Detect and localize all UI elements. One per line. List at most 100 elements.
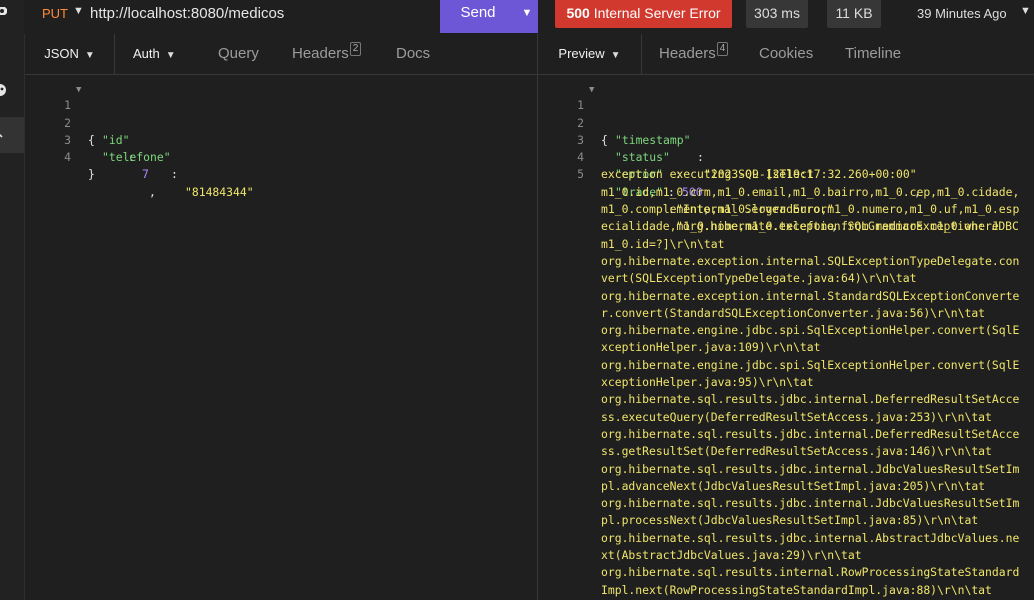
json-string: vert(SQLExceptionTypeDelegate.java:64)\r… <box>601 271 917 286</box>
response-pane: Preview ▼ Headers 4 Cookies Timeline 1 ▼ {… <box>538 34 1034 600</box>
tab-query[interactable]: Query <box>218 34 259 74</box>
json-number: 7 <box>142 167 149 182</box>
json-string: xt(AbstractJdbcValues.java:29)\r\n\tat <box>601 548 862 563</box>
json-string: m1_0.id=?]\r\n\tat <box>601 236 725 251</box>
code-line: 2 "timestamp" : "2023-09-12T19:17:32.260… <box>538 97 1034 199</box>
status-badge: 500 Internal Server Error <box>555 0 732 28</box>
json-string: pl.processNext(JdbcValuesResultSetImpl.j… <box>601 513 979 528</box>
trace-line: xceptionHelper.java:95)\r\n\tat <box>538 374 1034 391</box>
json-string: "81484344" <box>185 184 254 199</box>
trace-line: org.hibernate.sql.results.jdbc.internal.… <box>538 495 1034 512</box>
json-string: ss.getResultSet(DeferredResultSetAccess.… <box>601 444 992 459</box>
request-tabs: JSON ▼ Auth ▼ Query Headers 2 Docs <box>25 34 537 75</box>
trace-line: org.hibernate.engine.jdbc.spi.SqlExcepti… <box>538 357 1034 374</box>
code-line: 1 ▼ { <box>538 80 1034 147</box>
close-brace: } <box>88 167 95 182</box>
app-sidebar-rail <box>0 0 25 600</box>
code-line: 4 "error" : "Internal Server Error" , <box>538 132 1034 233</box>
tab-timeline[interactable]: Timeline <box>845 34 901 74</box>
tab-cookies[interactable]: Cookies <box>759 34 813 74</box>
trace-line: org.hibernate.exception.internal.SQLExce… <box>538 253 1034 270</box>
trace-line: ss.executeQuery(DeferredResultSetAccess.… <box>538 409 1034 426</box>
tab-divider <box>641 34 642 74</box>
chevron-down-icon[interactable]: ▼ <box>1020 5 1031 17</box>
trace-line: m1_0.id,m1_0.crm,m1_0.email,m1_0.bairro,… <box>538 184 1034 201</box>
url-input[interactable]: http://localhost:8080/medicos <box>90 5 284 22</box>
json-string: ss.executeQuery(DeferredResultSetAccess.… <box>601 409 992 424</box>
tab-response-headers[interactable]: Headers 4 <box>659 34 729 74</box>
json-string: exception executing SQL [select <box>601 167 814 182</box>
headers-count-badge: 4 <box>716 42 729 56</box>
trace-line: org.hibernate.sql.results.jdbc.internal.… <box>538 461 1034 478</box>
trace-line: exception executing SQL [select <box>538 166 1034 183</box>
tab-label: Preview <box>558 46 605 61</box>
trace-line: m1_0.complemento,m1_0.logradouro,m1_0.nu… <box>538 201 1034 218</box>
send-button[interactable]: Send <box>440 0 516 33</box>
trace-line: r.convert(StandardSQLExceptionConverter.… <box>538 305 1034 322</box>
json-string: ecialidade,m1_0.nome,m1_0.telefone from … <box>601 219 999 234</box>
tab-json[interactable]: JSON ▼ <box>25 34 114 74</box>
response-size-badge: 11 KB <box>827 0 881 28</box>
response-body-viewer[interactable]: 1 ▼ { 2 "timestamp" : "2023-09-12T19:17:… <box>538 80 1034 599</box>
json-string: org.hibernate.sql.results.jdbc.internal.… <box>601 496 1020 511</box>
trace-line: pl.processNext(JdbcValuesResultSetImpl.j… <box>538 512 1034 529</box>
trace-line: m1_0.id=?]\r\n\tat <box>538 236 1034 253</box>
code-line: 5 "trace" : "org.hibernate.exception.SQL… <box>538 149 1034 233</box>
json-string: org.hibernate.sql.results.jdbc.internal.… <box>601 426 1020 441</box>
trace-line: org.hibernate.engine.jdbc.spi.SqlExcepti… <box>538 322 1034 339</box>
json-string: pl.advanceNext(JdbcValuesResultSetImpl.j… <box>601 478 986 493</box>
trace-line: org.hibernate.sql.results.jdbc.internal.… <box>538 530 1034 547</box>
chevron-down-icon[interactable] <box>0 125 24 145</box>
json-string: org.hibernate.engine.jdbc.spi.SqlExcepti… <box>601 323 1020 338</box>
response-history-selector[interactable]: 39 Minutes Ago <box>917 6 1007 21</box>
chevron-down-icon: ▼ <box>165 50 176 61</box>
trace-line: xceptionHelper.java:109)\r\n\tat <box>538 339 1034 356</box>
tab-label: Auth <box>133 46 160 61</box>
request-bar: PUT ▼ http://localhost:8080/medicos Send… <box>24 0 1034 34</box>
tab-auth[interactable]: Auth ▼ <box>133 34 176 74</box>
chevron-down-icon[interactable]: ▼ <box>73 5 84 17</box>
trace-continuation: exception executing SQL [select m1_0.id,m… <box>538 166 1034 598</box>
json-string: org.hibernate.sql.results.jdbc.internal.… <box>601 392 1020 407</box>
json-string: org.hibernate.engine.jdbc.spi.SqlExcepti… <box>601 357 1020 372</box>
response-time-badge: 303 ms <box>746 0 808 28</box>
method-selector[interactable]: PUT <box>42 6 68 21</box>
trace-line: org.hibernate.sql.results.internal.RowPr… <box>538 564 1034 581</box>
status-text: Internal Server Error <box>593 5 721 21</box>
trace-line: ecialidade,m1_0.nome,m1_0.telefone from … <box>538 218 1034 235</box>
json-string: org.hibernate.sql.results.jdbc.internal.… <box>601 530 1020 545</box>
json-string: org.hibernate.sql.results.jdbc.internal.… <box>601 461 1020 476</box>
code-line: 3 "telefone" : "81484344" <box>25 115 537 199</box>
tab-docs[interactable]: Docs <box>396 34 430 74</box>
json-string: xceptionHelper.java:109)\r\n\tat <box>601 340 821 355</box>
chevron-down-icon[interactable]: ▼ <box>516 0 538 33</box>
json-string: xceptionHelper.java:95)\r\n\tat <box>601 375 814 390</box>
code-line: 1 ▼ { <box>25 80 537 147</box>
tab-headers[interactable]: Headers 2 <box>292 34 362 74</box>
json-key: "telefone" <box>102 150 171 165</box>
cookie-icon[interactable] <box>0 83 24 103</box>
trace-line: Impl.next(RowProcessingStateStandardImpl… <box>538 582 1034 599</box>
response-tabs: Preview ▼ Headers 4 Cookies Timeline <box>538 34 1034 75</box>
json-string: m1_0.id,m1_0.crm,m1_0.email,m1_0.bairro,… <box>601 184 1020 199</box>
json-string: r.convert(StandardSQLExceptionConverter.… <box>601 305 986 320</box>
tab-label: Headers <box>292 45 349 62</box>
tab-label: Headers <box>659 45 716 62</box>
chevron-down-icon: ▼ <box>610 50 621 61</box>
trace-line: org.hibernate.sql.results.jdbc.internal.… <box>538 391 1034 408</box>
trace-line: org.hibernate.exception.internal.Standar… <box>538 288 1034 305</box>
tab-divider <box>114 34 115 74</box>
request-body-editor[interactable]: 1 ▼ { 2 "id" : 7 , 3 "telefone" : "81484… <box>25 80 537 199</box>
tab-preview[interactable]: Preview ▼ <box>538 34 641 74</box>
gear-icon[interactable] <box>0 4 24 24</box>
request-pane: JSON ▼ Auth ▼ Query Headers 2 Docs 1 ▼ { 2 … <box>25 34 537 600</box>
trace-line: org.hibernate.sql.results.jdbc.internal.… <box>538 426 1034 443</box>
json-string: org.hibernate.exception.internal.SQLExce… <box>601 253 1020 268</box>
trace-line: xt(AbstractJdbcValues.java:29)\r\n\tat <box>538 547 1034 564</box>
trace-line: vert(SQLExceptionTypeDelegate.java:64)\r… <box>538 270 1034 287</box>
line-number: 4 <box>64 150 71 165</box>
trace-line: pl.advanceNext(JdbcValuesResultSetImpl.j… <box>538 478 1034 495</box>
code-line: 3 "status" : 500 , <box>538 115 1034 216</box>
trace-line: ss.getResultSet(DeferredResultSetAccess.… <box>538 443 1034 460</box>
tab-label: JSON <box>44 46 79 61</box>
